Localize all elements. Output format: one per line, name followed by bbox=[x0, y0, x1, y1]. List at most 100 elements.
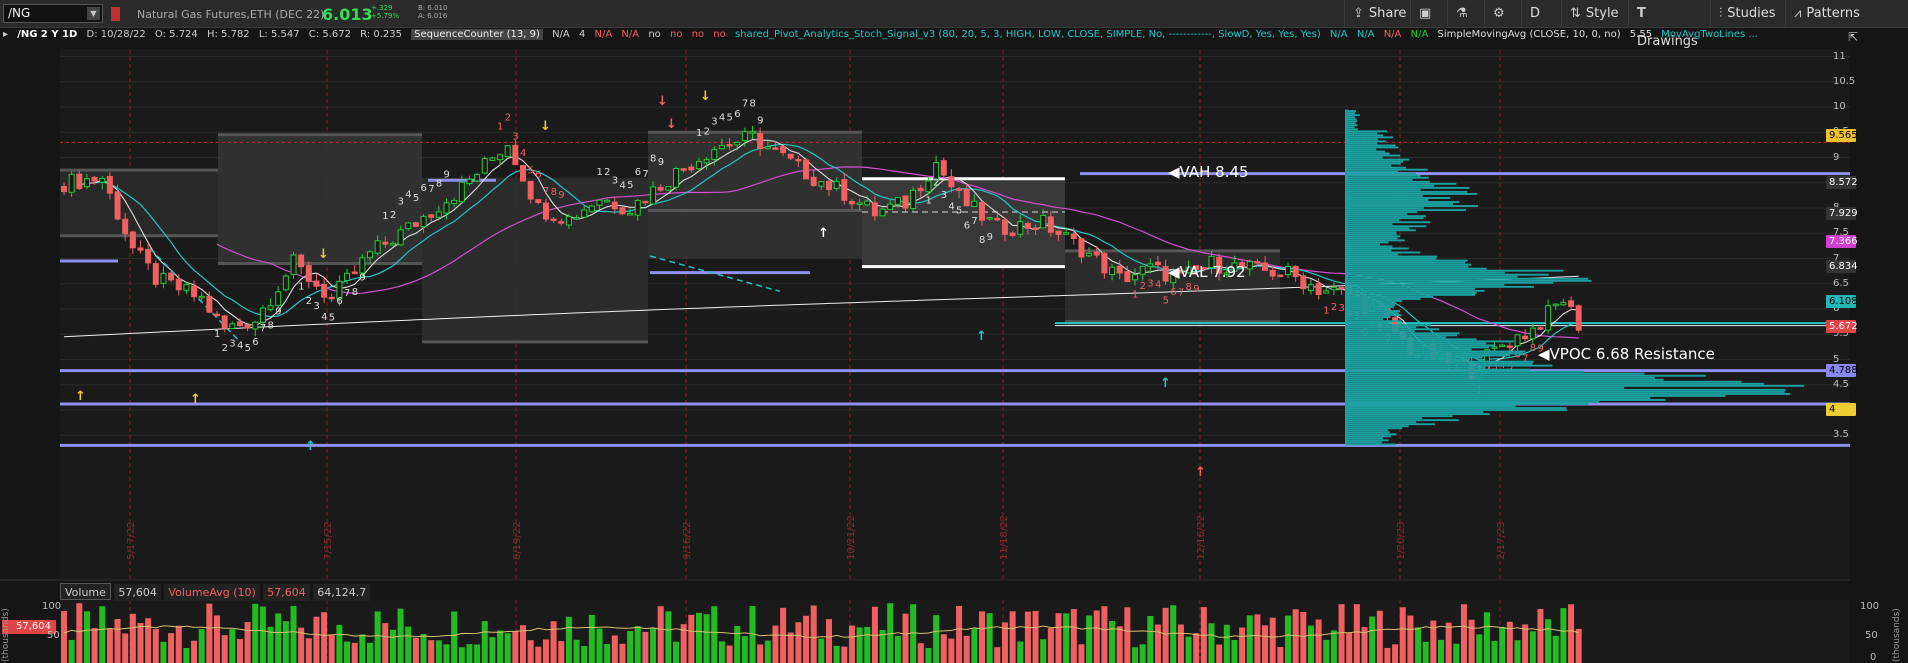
date-label: 8/19/22 bbox=[512, 521, 523, 560]
info-icon[interactable]: ! bbox=[65, 49, 77, 61]
candle-body bbox=[145, 249, 152, 264]
sequence-number: 8 bbox=[1530, 343, 1536, 354]
candle-body bbox=[122, 218, 129, 235]
volume-bar bbox=[1246, 615, 1253, 663]
volume-profile bbox=[1345, 110, 1805, 446]
chevron-down-icon[interactable]: ▼ bbox=[87, 7, 100, 20]
volume-bar bbox=[810, 605, 817, 663]
profile-bar bbox=[1345, 247, 1409, 250]
profile-bar bbox=[1345, 263, 1472, 266]
candle-body bbox=[726, 144, 733, 147]
sequence-number: 2 bbox=[390, 210, 396, 221]
signal-arrow-icon: ↓ bbox=[318, 247, 329, 262]
flask-icon: ⚗ bbox=[1456, 6, 1468, 21]
volume-bar bbox=[1177, 624, 1184, 663]
sequence-number: 2 bbox=[1331, 302, 1337, 313]
profile-bar bbox=[1345, 199, 1429, 201]
profile-bar bbox=[1345, 295, 1434, 298]
candle-body bbox=[956, 188, 963, 192]
volume-bar bbox=[1185, 636, 1192, 663]
sequence-number: 4 bbox=[520, 148, 526, 159]
study-label-sma[interactable]: SimpleMovingAvg (CLOSE, 10, 0, no) bbox=[1437, 29, 1620, 40]
volume-bar bbox=[963, 635, 970, 663]
profile-bar bbox=[1345, 152, 1390, 155]
candle-body bbox=[106, 176, 113, 194]
candle-body bbox=[458, 181, 465, 203]
drawings-button[interactable]: TDrawings bbox=[1628, 0, 1709, 49]
volume-bar bbox=[1262, 625, 1269, 663]
profile-bar bbox=[1345, 188, 1421, 191]
price-marker-badge: 6.834 bbox=[1826, 260, 1858, 274]
patterns-button[interactable]: ⩘ Patterns bbox=[1785, 0, 1908, 28]
profile-bar bbox=[1345, 176, 1429, 179]
volume-bar bbox=[83, 611, 90, 663]
candle-body bbox=[1262, 262, 1269, 271]
candle-body bbox=[1200, 267, 1207, 270]
flask-button[interactable]: ⚗ bbox=[1447, 0, 1483, 28]
candle-body bbox=[61, 186, 67, 193]
share-button[interactable]: ⇪ Share bbox=[1344, 0, 1408, 28]
volume-bar bbox=[1200, 607, 1207, 663]
candle-body bbox=[489, 157, 496, 161]
profile-bar bbox=[1345, 370, 1584, 373]
profile-bar bbox=[1345, 287, 1475, 290]
candle-body bbox=[925, 180, 932, 193]
study-label-sequence[interactable]: SequenceCounter (13, 9) bbox=[411, 29, 543, 40]
candle-body bbox=[994, 217, 1001, 221]
sequence-number: 9 bbox=[275, 306, 281, 317]
sequence-number: 6 bbox=[1362, 327, 1368, 338]
studies-button[interactable]: ⫶ Studies bbox=[1710, 0, 1783, 28]
profile-bar bbox=[1345, 168, 1428, 171]
sequence-number: 6 bbox=[635, 167, 641, 178]
volume-bar bbox=[879, 629, 886, 663]
candle-body bbox=[129, 231, 136, 249]
volume-bar bbox=[298, 627, 305, 663]
candle-body bbox=[1162, 266, 1169, 282]
profile-bar bbox=[1345, 259, 1468, 262]
candle-body bbox=[313, 280, 320, 287]
settings-button[interactable]: ⚙ bbox=[1484, 0, 1520, 28]
candle-body bbox=[611, 201, 618, 210]
volume-bar bbox=[214, 615, 220, 663]
volume-bar bbox=[1384, 647, 1391, 663]
profile-bar bbox=[1345, 415, 1453, 418]
study-label-movavg[interactable]: MovAvgTwoLines ... bbox=[1661, 29, 1758, 40]
signal-arrow-icon: ↑ bbox=[305, 439, 316, 454]
volume-bar bbox=[244, 622, 251, 663]
volume-bar bbox=[1307, 625, 1314, 663]
alert-flag-icon[interactable] bbox=[111, 7, 120, 21]
candle-body bbox=[428, 214, 435, 218]
expand-icon[interactable]: ⇱ bbox=[1848, 30, 1858, 44]
volume-bar bbox=[1506, 621, 1513, 663]
volume-bar bbox=[1032, 610, 1039, 663]
candle-body bbox=[879, 208, 886, 217]
collapse-icon[interactable]: ▸ bbox=[3, 29, 8, 40]
profile-bar bbox=[1345, 431, 1390, 434]
profile-bar bbox=[1345, 291, 1477, 294]
period-button[interactable]: D bbox=[1521, 0, 1559, 28]
volume-avg-line bbox=[63, 625, 1579, 639]
volume-bar bbox=[382, 623, 389, 663]
sequence-number: 7 bbox=[742, 99, 748, 110]
profile-bar bbox=[1345, 378, 1664, 381]
profile-bar bbox=[1345, 366, 1486, 369]
candle-body bbox=[1476, 370, 1483, 379]
volume-bar bbox=[894, 635, 901, 663]
study-value: N/A bbox=[1329, 29, 1348, 40]
study-value: 5.55 bbox=[1629, 29, 1653, 40]
study-label-pivot[interactable]: shared_Pivot_Analytics_Stoch_Signal_v3 (… bbox=[735, 29, 1321, 40]
candle-body bbox=[1407, 336, 1414, 356]
volume-bar bbox=[420, 634, 427, 663]
volume-bar bbox=[344, 641, 351, 663]
profile-bar bbox=[1345, 435, 1391, 438]
sequence-number: 2 bbox=[933, 177, 939, 188]
profile-bar bbox=[1345, 275, 1518, 278]
style-button[interactable]: ⇅ Style bbox=[1561, 0, 1627, 28]
volume-bar bbox=[994, 647, 1001, 663]
volume-bar bbox=[389, 629, 396, 663]
profile-bar bbox=[1345, 382, 1765, 385]
snapshot-button[interactable]: ▣ bbox=[1410, 0, 1446, 28]
study-value: N/A bbox=[594, 29, 613, 40]
profile-bar bbox=[1345, 267, 1487, 270]
symbol-input[interactable]: /NG ▼ bbox=[3, 4, 103, 23]
